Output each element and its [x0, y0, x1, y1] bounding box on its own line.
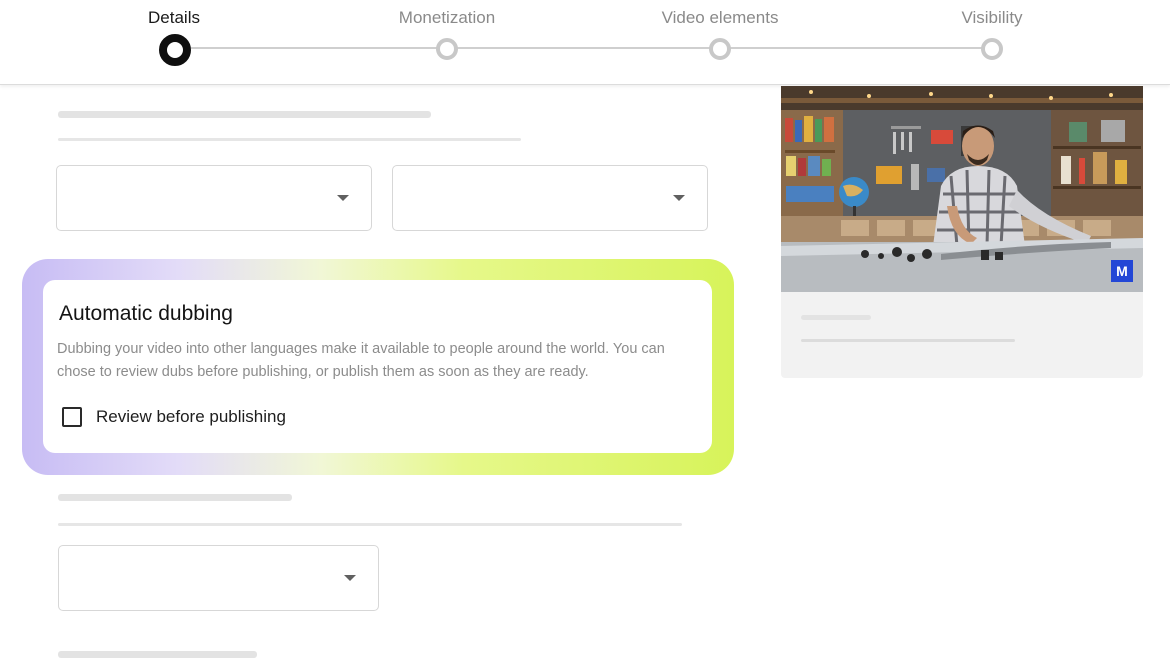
channel-badge-icon: M — [1111, 260, 1133, 282]
placeholder-heading — [58, 111, 431, 118]
step-video-elements-dot-icon — [709, 38, 731, 60]
chevron-down-icon — [344, 575, 356, 581]
step-details-dot-icon — [159, 34, 191, 66]
step-monetization[interactable]: Monetization — [347, 0, 547, 85]
step-visibility-label: Visibility — [961, 8, 1023, 27]
step-monetization-dot-icon — [436, 38, 458, 60]
dropdown-select-1[interactable] — [56, 165, 372, 231]
chevron-down-icon — [673, 195, 685, 201]
placeholder-line — [801, 339, 1015, 342]
step-monetization-label: Monetization — [398, 8, 496, 27]
stepper-track — [174, 47, 992, 49]
dropdown-select-2[interactable] — [392, 165, 708, 231]
review-before-publishing-option[interactable]: Review before publishing — [62, 406, 286, 428]
video-thumbnail-image — [781, 86, 1143, 292]
placeholder-line — [58, 523, 682, 526]
step-details[interactable]: Details — [74, 0, 274, 85]
checkbox-unchecked-icon[interactable] — [62, 407, 82, 427]
chevron-down-icon — [337, 195, 349, 201]
card-description: Dubbing your video into other languages … — [57, 341, 665, 380]
dropdown-select-3[interactable] — [58, 545, 379, 611]
placeholder-line — [58, 138, 521, 141]
step-video-elements[interactable]: Video elements — [620, 0, 820, 85]
video-preview-panel: M — [781, 86, 1143, 378]
placeholder-heading — [58, 651, 257, 658]
automatic-dubbing-card: Automatic dubbing Dubbing your video int… — [43, 280, 712, 453]
card-title: Automatic dubbing — [59, 302, 233, 325]
step-details-label: Details — [148, 8, 200, 27]
placeholder-heading — [58, 494, 292, 501]
placeholder-heading — [801, 315, 871, 320]
upload-stepper: Details Monetization Video elements Visi… — [0, 0, 1170, 85]
review-before-publishing-label: Review before publishing — [96, 407, 286, 426]
step-visibility-dot-icon — [981, 38, 1003, 60]
video-thumbnail[interactable]: M — [781, 86, 1143, 292]
step-visibility[interactable]: Visibility — [892, 0, 1092, 85]
step-video-elements-label: Video elements — [661, 8, 779, 27]
